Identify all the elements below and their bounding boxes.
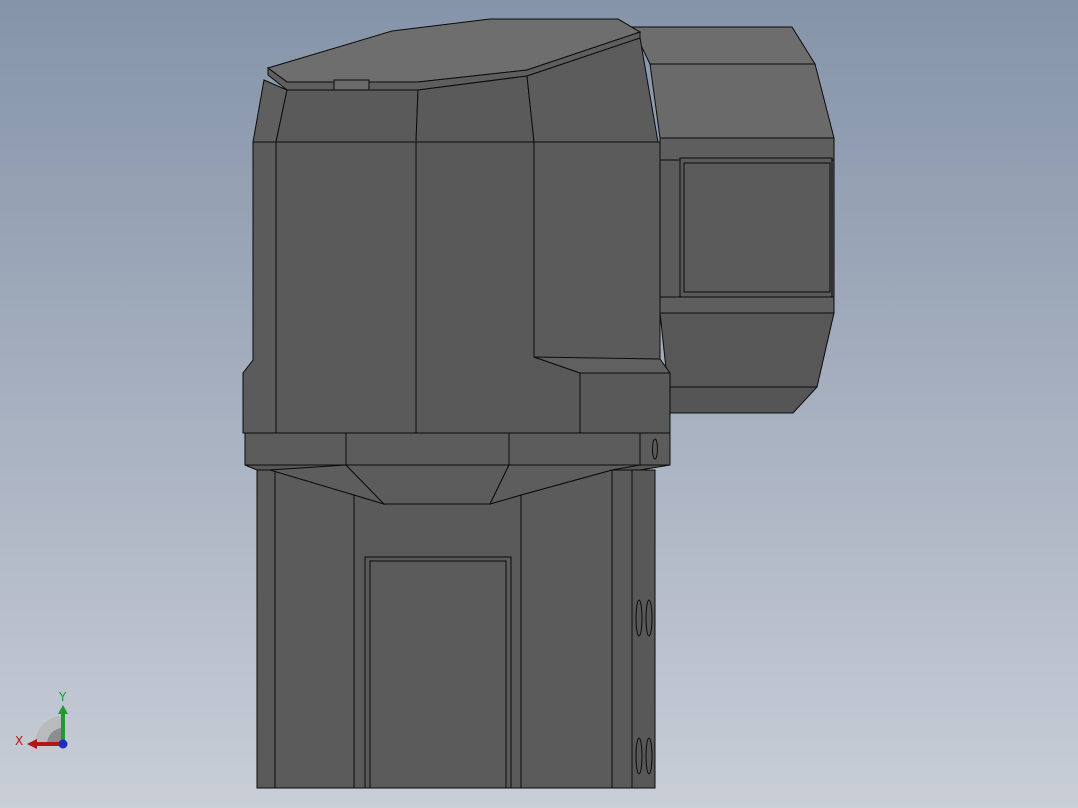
right-housing-bottom-face [667,386,819,414]
body-front-right-face [533,141,661,360]
right-housing [631,26,835,414]
z-axis-origin-icon [58,739,68,749]
coordinate-triad: Y X [15,690,68,749]
step-block-front [579,372,671,434]
y-axis-arrowhead-icon [58,705,68,714]
right-housing-lower-band [659,296,835,314]
body-front-left-face [275,141,417,434]
flange-ring [244,432,671,471]
base-front-right-face [520,469,613,789]
graphics-viewport[interactable]: Y X [0,0,1078,808]
y-axis-label: Y [58,690,67,704]
right-housing-lower-face [659,312,835,388]
side-slot-icon [645,599,653,637]
x-axis-arrowhead-icon [27,739,37,749]
3d-model-view[interactable]: Y X [0,0,1078,808]
flange-slot-icon [652,438,658,460]
x-axis-label: X [15,734,23,748]
right-housing-band-face [659,137,835,161]
side-slot-icon [635,737,643,775]
side-slot-icon [635,599,643,637]
base-right-strip [611,469,633,789]
chamfer-front-left-face [275,89,419,143]
flange-band [244,432,671,466]
access-door-panel [369,560,507,789]
right-housing-window-inner [683,162,831,293]
right-housing-upper-face [649,63,835,139]
side-slot-icon [645,737,653,775]
upper-body [242,18,671,434]
lower-base [256,464,656,789]
right-housing-top-face [631,26,816,65]
base-left-face [256,469,276,789]
base-front-left-face [274,469,355,789]
body-left-face [242,141,277,434]
